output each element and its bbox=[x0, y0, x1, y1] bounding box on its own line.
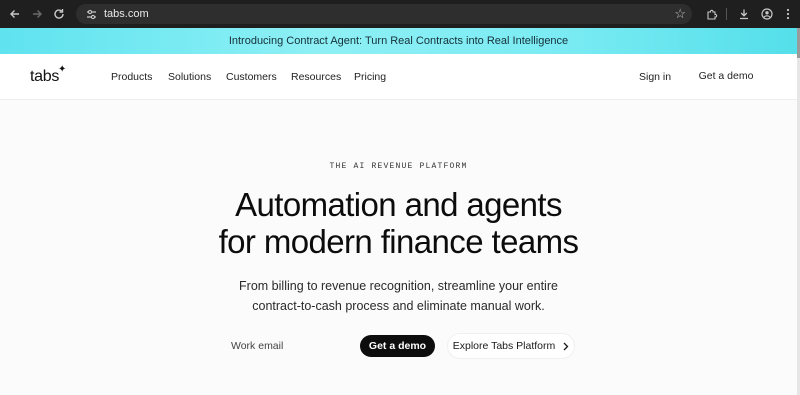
nav-solutions[interactable]: Solutions bbox=[168, 71, 211, 83]
explore-platform-button[interactable]: Explore Tabs Platform bbox=[447, 333, 575, 359]
nav-customers[interactable]: Customers bbox=[226, 71, 277, 83]
sign-in-link[interactable]: Sign in bbox=[639, 71, 671, 83]
toolbar-divider bbox=[726, 8, 727, 20]
logo-text: tabs bbox=[30, 68, 60, 85]
site-settings-icon[interactable] bbox=[84, 7, 98, 21]
tabs-logo[interactable]: tabs ✦ bbox=[30, 64, 66, 86]
headline-line-2: for modern finance teams bbox=[218, 223, 579, 260]
hero-eyebrow: THE AI REVENUE PLATFORM bbox=[329, 162, 468, 171]
menu-icon[interactable] bbox=[777, 0, 799, 28]
work-email-input[interactable] bbox=[222, 334, 362, 358]
hero-get-demo-button[interactable]: Get a demo bbox=[360, 335, 435, 357]
site-header: tabs ✦ Products Solutions Customers Resou… bbox=[0, 54, 797, 100]
headline-line-1: Automation and agents bbox=[235, 186, 562, 223]
extensions-icon[interactable] bbox=[701, 0, 723, 28]
url-text[interactable]: tabs.com bbox=[104, 8, 149, 20]
email-signup-form: Get a demo bbox=[222, 334, 438, 358]
reload-icon[interactable] bbox=[46, 0, 72, 28]
sparkle-icon: ✦ bbox=[57, 64, 67, 75]
browser-toolbar: tabs.com ☆ bbox=[0, 0, 800, 28]
nav-pricing[interactable]: Pricing bbox=[354, 71, 386, 83]
bookmark-star-icon[interactable]: ☆ bbox=[674, 6, 686, 22]
nav-products[interactable]: Products bbox=[111, 71, 152, 83]
downloads-icon[interactable] bbox=[733, 0, 755, 28]
hero-subheading: From billing to revenue recognition, str… bbox=[0, 276, 797, 316]
header-get-demo-button[interactable]: Get a demo bbox=[689, 62, 763, 90]
subheading-line-2: contract-to-cash process and eliminate m… bbox=[252, 299, 545, 313]
chevron-right-icon bbox=[563, 342, 569, 350]
explore-platform-label: Explore Tabs Platform bbox=[452, 340, 556, 352]
announcement-banner[interactable]: Introducing Contract Agent: Turn Real Co… bbox=[0, 28, 797, 54]
profile-icon[interactable] bbox=[756, 0, 778, 28]
address-bar[interactable]: tabs.com ☆ bbox=[76, 4, 692, 24]
nav-resources[interactable]: Resources bbox=[291, 71, 341, 83]
subheading-line-1: From billing to revenue recognition, str… bbox=[239, 279, 558, 293]
hero-headline: Automation and agents for modern finance… bbox=[0, 186, 797, 260]
banner-text[interactable]: Introducing Contract Agent: Turn Real Co… bbox=[229, 35, 568, 47]
